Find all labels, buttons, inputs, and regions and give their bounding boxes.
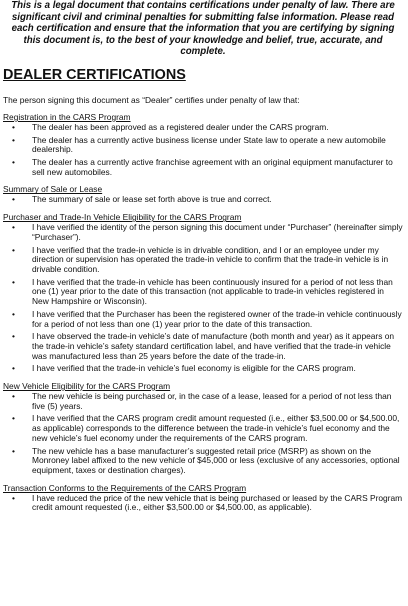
certification-item: I have verified that the trade-in vehicl…: [3, 277, 403, 307]
section-title: New Vehicle Eligibility for the CARS Pro…: [3, 381, 171, 392]
certification-item: I have verified that the CARS program cr…: [3, 414, 403, 443]
certification-item: The new vehicle has a base manufacturer’…: [3, 446, 403, 476]
certification-section: New Vehicle Eligibility for the CARS Pro…: [3, 381, 403, 476]
certification-item: The summary of sale or lease set forth a…: [3, 195, 403, 205]
certification-item: I have verified the identity of the pers…: [3, 222, 403, 242]
section-title: Transaction Conforms to the Requirements…: [3, 482, 247, 493]
certification-section: Purchaser and Trade-In Vehicle Eligibili…: [3, 212, 403, 374]
certification-list: The new vehicle is being purchased or, i…: [3, 391, 403, 476]
certification-section: Transaction Conforms to the Requirements…: [3, 483, 403, 513]
certification-list: The dealer has been approved as a regist…: [3, 122, 403, 178]
section-title: Registration in the CARS Program: [3, 111, 131, 122]
certification-item: I have verified that the trade-in vehicl…: [3, 245, 403, 275]
certification-item: The dealer has been approved as a regist…: [3, 122, 403, 133]
certification-item: The dealer has a currently active busine…: [3, 135, 403, 155]
certification-item: The new vehicle is being purchased or, i…: [3, 391, 403, 411]
certification-sections: Registration in the CARS ProgramThe deal…: [3, 112, 403, 513]
legal-notice: This is a legal document that contains c…: [11, 0, 395, 58]
certification-item: I have reduced the price of the new vehi…: [3, 493, 403, 513]
certification-item: I have verified that the Purchaser has b…: [3, 309, 403, 329]
page-title: DEALER CERTIFICATIONS: [3, 66, 186, 83]
certification-item: I have verified that the trade-in vehicl…: [3, 364, 403, 374]
certification-section: Summary of Sale or LeaseThe summary of s…: [3, 184, 403, 205]
certification-section: Registration in the CARS ProgramThe deal…: [3, 112, 403, 178]
certification-item: The dealer has a currently active franch…: [3, 157, 403, 177]
document-page: This is a legal document that contains c…: [0, 0, 408, 606]
intro-text: The person signing this document as “Dea…: [3, 94, 300, 105]
certification-list: I have reduced the price of the new vehi…: [3, 493, 403, 513]
section-title: Summary of Sale or Lease: [3, 184, 103, 195]
certification-list: The summary of sale or lease set forth a…: [3, 195, 403, 205]
certification-item: I have observed the trade-in vehicle’s d…: [3, 331, 403, 361]
section-title: Purchaser and Trade-In Vehicle Eligibili…: [3, 212, 242, 223]
certification-list: I have verified the identity of the pers…: [3, 222, 403, 374]
